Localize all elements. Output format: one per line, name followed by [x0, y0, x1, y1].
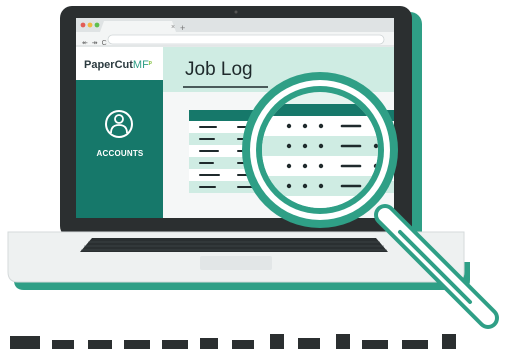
logo-suffix-text: MF — [132, 59, 149, 71]
browser-nav-controls[interactable]: ↞ ↠ C — [82, 39, 108, 47]
tab-close-icon[interactable]: × — [171, 24, 175, 31]
sidebar-item-accounts[interactable]: ACCOUNTS — [78, 149, 162, 158]
papercut-logo[interactable]: PaperCutMFᵖ — [84, 59, 152, 71]
window-max-dot[interactable] — [94, 22, 100, 28]
webcam — [234, 10, 238, 14]
window-close-dot[interactable] — [80, 22, 86, 28]
window-min-dot[interactable] — [87, 22, 93, 28]
new-tab-icon[interactable]: + — [180, 23, 185, 33]
address-bar[interactable] — [107, 34, 385, 45]
logo-leaf-icon: ᵖ — [148, 59, 152, 68]
browser-tab[interactable] — [100, 21, 176, 32]
cropped-caption-fragments — [10, 334, 456, 349]
laptop-illustration — [7, 6, 499, 349]
page-title: Job Log — [185, 59, 253, 80]
logo-main-text: PaperCut — [84, 59, 133, 71]
trackpad — [200, 256, 272, 270]
